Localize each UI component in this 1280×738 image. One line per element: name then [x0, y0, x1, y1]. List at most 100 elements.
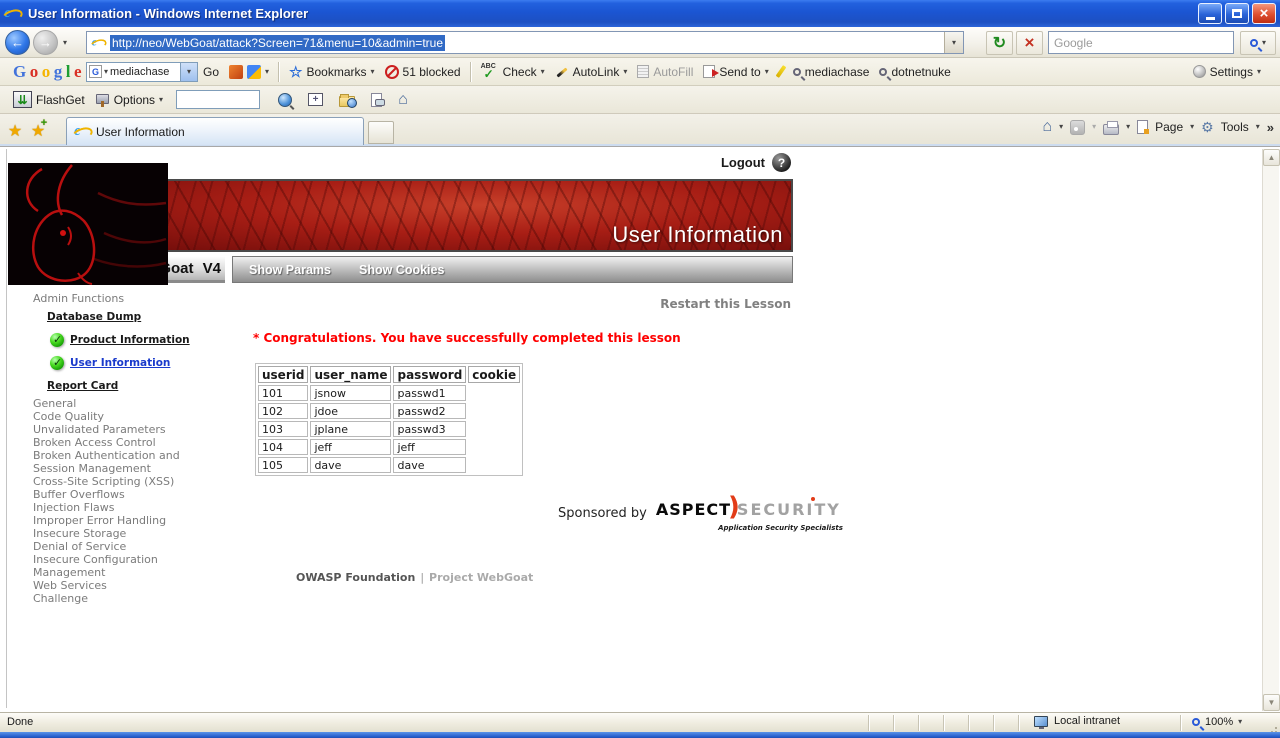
- webgoat-goat-image: [8, 163, 168, 285]
- sidebar-item-product-information[interactable]: Product Information: [50, 333, 215, 347]
- project-webgoat-link[interactable]: Project WebGoat: [429, 571, 533, 584]
- forward-button[interactable]: →: [33, 30, 58, 55]
- chevron-down-icon[interactable]: ▾: [1238, 718, 1242, 726]
- autolink-button[interactable]: AutoLink ▾: [550, 61, 633, 83]
- back-button[interactable]: ←: [5, 30, 30, 55]
- restore-button[interactable]: [1225, 3, 1249, 24]
- popup-blocked-button[interactable]: 51 blocked: [380, 61, 466, 83]
- google-toolbar: Google G ▾ mediachase ▾ Go ▾ ☆ Bookmarks…: [0, 58, 1280, 86]
- print-icon[interactable]: [1103, 124, 1119, 135]
- google-logo-letter: G: [13, 62, 26, 82]
- resize-grip[interactable]: [1265, 717, 1277, 729]
- tools-menu-label[interactable]: Tools: [1221, 120, 1249, 134]
- sidebar-item-unvalidated-parameters[interactable]: Unvalidated Parameters: [33, 423, 215, 436]
- history-dropdown-icon[interactable]: ▾: [63, 39, 67, 47]
- add-favorite-button[interactable]: ★+: [27, 120, 49, 141]
- sidebar-item-report-card[interactable]: Report Card: [47, 379, 215, 393]
- tab-user-information[interactable]: e User Information: [66, 117, 364, 145]
- sidebar-item-denial-of-service[interactable]: Denial of Service: [33, 540, 215, 553]
- web-search-icon[interactable]: [278, 93, 292, 107]
- zoom-control[interactable]: 100% ▾: [1192, 716, 1242, 728]
- search-icon: [1250, 39, 1258, 47]
- sidebar-item-general[interactable]: General: [33, 397, 215, 410]
- stop-button[interactable]: ×: [1016, 31, 1043, 55]
- statusbar-separator: [918, 715, 920, 731]
- search-input[interactable]: [1048, 31, 1234, 54]
- dotnetnuke-search-button[interactable]: dotnetnuke: [874, 61, 955, 83]
- sidebar-item-label: Broken Authentication and Session Manage…: [33, 449, 180, 475]
- help-icon[interactable]: ?: [772, 153, 791, 172]
- statusbar-separator: [968, 715, 970, 731]
- scroll-up-button[interactable]: ▲: [1263, 149, 1280, 166]
- chevron-down-icon[interactable]: ▾: [1256, 123, 1260, 131]
- page-links-icon[interactable]: [371, 93, 382, 107]
- site-search-icon: [247, 65, 261, 79]
- sidebar-item-insecure-configuration-management[interactable]: Insecure Configuration Management: [33, 553, 215, 579]
- scroll-down-button[interactable]: ▼: [1263, 694, 1280, 711]
- google-search-dropdown[interactable]: ▾: [180, 63, 197, 81]
- sidebar-item-improper-error-handling[interactable]: Improper Error Handling: [33, 514, 215, 527]
- capture-icon[interactable]: +: [308, 93, 323, 106]
- close-button[interactable]: ×: [1252, 3, 1276, 24]
- lesson-title: User Information: [612, 222, 783, 248]
- sidebar-item-web-services[interactable]: Web Services: [33, 579, 215, 592]
- send-to-button[interactable]: Send to ▾: [698, 61, 773, 83]
- minimize-button[interactable]: [1198, 3, 1222, 24]
- chevron-down-icon[interactable]: ▾: [1126, 123, 1130, 131]
- bookmarks-button[interactable]: ☆ Bookmarks ▾: [284, 61, 380, 83]
- flashget-search-input[interactable]: [176, 90, 260, 109]
- google-search-box[interactable]: G ▾ mediachase ▾: [86, 62, 198, 82]
- sidebar-item-cross-site-scripting-xss[interactable]: Cross-Site Scripting (XSS): [33, 475, 215, 488]
- flashget-options-button[interactable]: Options ▾: [90, 89, 168, 111]
- spellcheck-button[interactable]: ABC ✓ Check ▾: [476, 61, 550, 83]
- refresh-button[interactable]: ↻: [986, 31, 1013, 55]
- show-params-button[interactable]: Show Params: [249, 263, 331, 277]
- download-folder-icon[interactable]: [339, 96, 355, 107]
- sidebar-item-buffer-overflows[interactable]: Buffer Overflows: [33, 488, 215, 501]
- page-menu-label[interactable]: Page: [1155, 120, 1183, 134]
- table-cell: jeff: [393, 439, 466, 455]
- owasp-foundation-link[interactable]: OWASP Foundation: [296, 571, 415, 584]
- vertical-scrollbar[interactable]: ▲ ▼: [1262, 149, 1279, 711]
- favorites-button[interactable]: ★: [4, 120, 26, 141]
- tools-gear-icon[interactable]: ⚙: [1201, 120, 1214, 134]
- sidebar-item-broken-access-control[interactable]: Broken Access Control: [33, 436, 215, 449]
- home-icon[interactable]: ⌂: [1042, 119, 1052, 135]
- chevron-down-icon[interactable]: ▾: [1190, 123, 1194, 131]
- settings-button[interactable]: Settings ▾: [1188, 61, 1266, 83]
- sidebar-item-label: Insecure Storage: [33, 527, 126, 540]
- google-search-value: mediachase: [110, 66, 172, 78]
- sidebar-item-injection-flaws[interactable]: Injection Flaws: [33, 501, 215, 514]
- feeds-icon[interactable]: [1070, 120, 1085, 135]
- page-menu-icon[interactable]: [1137, 120, 1148, 134]
- address-dropdown-button[interactable]: ▾: [944, 32, 963, 53]
- sidebar-item-user-information[interactable]: User Information: [50, 356, 215, 370]
- address-input[interactable]: e http://neo/WebGoat/attack?Screen=71&me…: [86, 31, 964, 54]
- sidebar-item-code-quality[interactable]: Code Quality: [33, 410, 215, 423]
- show-cookies-button[interactable]: Show Cookies: [359, 263, 444, 277]
- more-commands-icon[interactable]: »: [1267, 120, 1274, 135]
- sidebar-item-admin-functions[interactable]: Admin Functions: [33, 292, 215, 305]
- flashget-button[interactable]: ⇊ FlashGet: [8, 89, 90, 111]
- chevron-down-icon[interactable]: ▾: [104, 68, 108, 76]
- chevron-down-icon[interactable]: ▾: [1059, 123, 1063, 131]
- search-button[interactable]: ▾: [1240, 31, 1276, 55]
- search-site-buttons[interactable]: ▾: [224, 61, 274, 83]
- sidebar-item-broken-authentication-and-session-management[interactable]: Broken Authentication and Session Manage…: [33, 449, 215, 475]
- sidebar-item-database-dump[interactable]: Database Dump: [47, 310, 215, 324]
- new-tab-button[interactable]: [368, 121, 394, 144]
- logout-link[interactable]: Logout: [721, 155, 765, 170]
- google-go-button[interactable]: Go: [198, 61, 224, 83]
- settings-orb-icon: [1193, 65, 1206, 78]
- flashget-home-icon[interactable]: ⌂: [398, 92, 408, 108]
- sidebar-item-insecure-storage[interactable]: Insecure Storage: [33, 527, 215, 540]
- mediachase-search-button[interactable]: mediachase: [788, 61, 875, 83]
- success-message: * Congratulations. You have successfully…: [253, 331, 681, 345]
- highlighter-button[interactable]: [774, 61, 788, 83]
- sidebar-item-challenge[interactable]: Challenge: [33, 592, 215, 605]
- page-footer: OWASP Foundation|Project WebGoat: [296, 571, 533, 584]
- table-cell: passwd1: [393, 385, 466, 401]
- ie-logo-icon: e: [4, 6, 20, 22]
- taskbar-edge: [0, 732, 1280, 738]
- restart-lesson-link[interactable]: Restart this Lesson: [500, 297, 791, 311]
